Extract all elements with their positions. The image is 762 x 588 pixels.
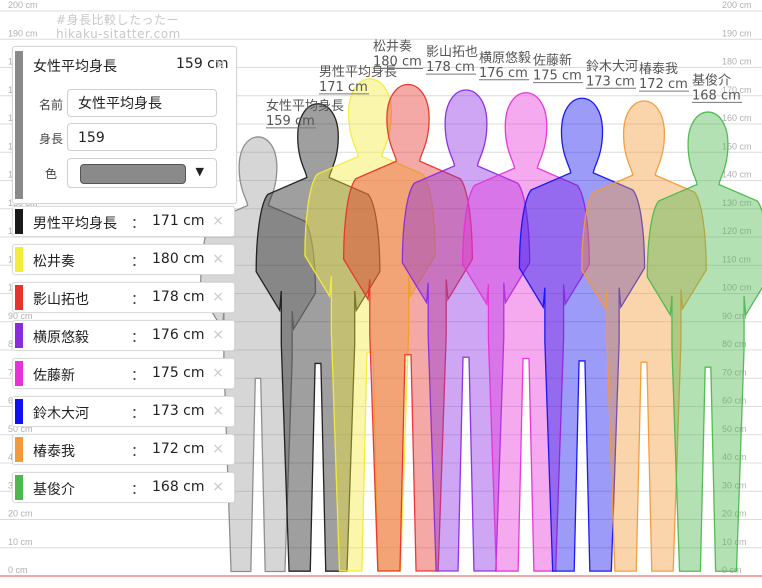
scale-label-left: 0 cm [8, 565, 28, 575]
separator: ： [131, 216, 145, 232]
close-icon[interactable]: × [212, 403, 224, 419]
color-bar [15, 475, 23, 500]
person-name: 佐藤新 [33, 368, 75, 384]
color-row: 色 [33, 158, 69, 188]
scale-label-right: 180 cm [722, 57, 752, 67]
figure-label-height: 172 cm [639, 77, 688, 92]
figure-label-height: 168 cm [692, 88, 741, 103]
person-editor: 女性平均身長 159 cm × 名前 女性平均身長 身長 159 色 ▼ [12, 46, 237, 204]
color-label: 色 [44, 166, 57, 181]
scale-label-right: 140 cm [722, 170, 752, 180]
scale-label-left: 20 cm [8, 509, 33, 519]
figure-label-height: 178 cm [426, 60, 475, 75]
list-item[interactable]: 松井奏 ： 180 cm × [12, 244, 235, 275]
list-item[interactable]: 横原悠毅 ： 176 cm × [12, 320, 235, 351]
figure-label-name: 基俊介 [692, 73, 731, 88]
height-input[interactable]: 159 [67, 123, 217, 151]
figure-label-height: 171 cm [319, 80, 368, 95]
separator: ： [131, 482, 145, 498]
list-item[interactable]: 基俊介 ： 168 cm × [12, 472, 235, 503]
person-height: 176 cm [152, 327, 205, 343]
figure-label-name: 影山拓也 [426, 45, 478, 60]
watermark: #身長比較したったー hikaku-sitatter.com [56, 13, 181, 41]
list-item[interactable]: 影山拓也 ： 178 cm × [12, 282, 235, 313]
close-icon[interactable]: × [212, 327, 224, 343]
separator: ： [131, 406, 145, 422]
height-label: 身長 [38, 131, 63, 146]
person-list-panel: 女性平均身長 159 cm × 名前 女性平均身長 身長 159 色 ▼ 男性平… [12, 46, 237, 503]
color-bar [15, 209, 23, 234]
watermark-url: hikaku-sitatter.com [56, 27, 181, 41]
person-name: 影山拓也 [33, 292, 89, 308]
scale-label-right: 200 cm [722, 0, 752, 10]
height-comparison-stage: 0 cm0 cm10 cm10 cm20 cm20 cm30 cm30 cm40… [0, 0, 762, 588]
color-bar [15, 399, 23, 424]
color-bar [15, 361, 23, 386]
scale-label-left: 200 cm [8, 0, 38, 10]
close-icon[interactable]: × [212, 289, 224, 305]
scale-label-right: 160 cm [722, 113, 752, 123]
figure-label-name: 椿泰我 [639, 62, 678, 77]
person-height: 172 cm [152, 441, 205, 457]
color-bar [15, 247, 23, 272]
figure-label-height: 159 cm [266, 114, 315, 129]
person-height: 180 cm [152, 251, 205, 267]
scale-label-left: 10 cm [8, 537, 33, 547]
list-item[interactable]: 鈴木大河 ： 173 cm × [12, 396, 235, 427]
scale-label-left: 190 cm [8, 28, 38, 38]
list-item[interactable]: 椿泰我 ： 172 cm × [12, 434, 235, 465]
watermark-hashtag: #身長比較したったー [56, 13, 180, 27]
separator: ： [131, 368, 145, 384]
figure-label-height: 176 cm [479, 66, 528, 81]
separator: ： [131, 444, 145, 460]
figure-label-name: 女性平均身長 [266, 98, 344, 114]
list-item[interactable]: 佐藤新 ： 175 cm × [12, 358, 235, 389]
close-icon[interactable]: × [214, 57, 226, 73]
name-row: 名前 [33, 89, 69, 119]
figure-label-name: 横原悠毅 [479, 50, 531, 66]
person-name: 基俊介 [33, 482, 75, 498]
separator: ： [131, 292, 145, 308]
person-list: 男性平均身長： 171 cm × 松井奏： 180 cm × 影山拓也： 178 cm × 横原悠… [12, 206, 235, 503]
color-swatch [80, 164, 186, 184]
person-height: 173 cm [152, 403, 205, 419]
editor-color-bar [15, 51, 23, 199]
figure-label-name: 鈴木大河 [586, 59, 638, 74]
close-icon[interactable]: × [212, 479, 224, 495]
close-icon[interactable]: × [212, 441, 224, 457]
person-height: 175 cm [152, 365, 205, 381]
separator: ： [131, 254, 145, 270]
person-name: 松井奏 [33, 254, 75, 270]
color-bar [15, 437, 23, 462]
figure-label-height: 173 cm [586, 74, 635, 89]
color-bar [15, 285, 23, 310]
figure-label-height: 180 cm [373, 55, 422, 70]
name-label: 名前 [38, 97, 63, 112]
figure-labels: 女性平均身長159 cm男性平均身長171 cm松井奏180 cm影山拓也178… [266, 40, 742, 129]
figure-label-height: 175 cm [533, 69, 582, 84]
editor-header: 女性平均身長 159 cm [33, 56, 229, 76]
person-height: 168 cm [152, 479, 205, 495]
close-icon[interactable]: × [212, 251, 224, 267]
editor-title: 女性平均身長 [33, 59, 117, 75]
person-name: 鈴木大河 [33, 406, 89, 422]
person-name: 男性平均身長 [33, 216, 117, 232]
person-name: 横原悠毅 [33, 330, 89, 346]
person-name: 椿泰我 [33, 444, 75, 460]
figure-label-name: 佐藤新 [533, 53, 572, 69]
close-icon[interactable]: × [212, 213, 224, 229]
color-select[interactable]: ▼ [67, 158, 217, 188]
figure-label-name: 松井奏 [373, 40, 412, 55]
height-row: 身長 [33, 123, 69, 153]
name-input[interactable]: 女性平均身長 [67, 89, 217, 117]
list-item[interactable]: 男性平均身長 ： 171 cm × [12, 206, 235, 237]
separator: ： [131, 330, 145, 346]
color-bar [15, 323, 23, 348]
person-height: 171 cm [152, 213, 205, 229]
chevron-down-icon: ▼ [195, 165, 204, 178]
figure-silhouettes [199, 78, 762, 573]
close-icon[interactable]: × [212, 365, 224, 381]
person-height: 178 cm [152, 289, 205, 305]
scale-label-right: 190 cm [722, 28, 752, 38]
